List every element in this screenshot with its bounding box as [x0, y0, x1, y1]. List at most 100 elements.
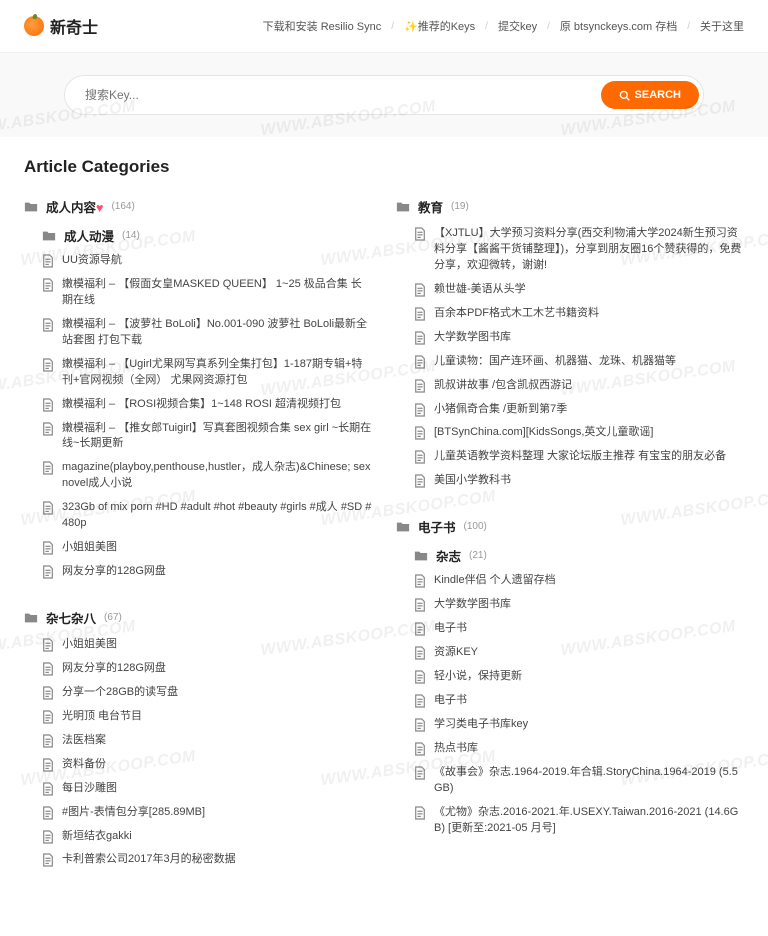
- item-text: 小猪佩奇合集 /更新到第7季: [434, 402, 567, 418]
- document-icon: [42, 565, 54, 579]
- search-button[interactable]: SEARCH: [601, 81, 699, 109]
- document-icon: [42, 422, 54, 436]
- list-item[interactable]: 儿童读物：国产连环画、机器猫、龙珠、机器猫等: [414, 354, 744, 370]
- category-name: 成人内容♥: [46, 197, 103, 216]
- list-item[interactable]: 嫩模福利 – 【Ugirl尤果网写真系列全集打包】1-187期专辑+特刊+官网视…: [42, 357, 372, 389]
- list-item[interactable]: 新垣结衣gakki: [42, 829, 372, 845]
- list-item[interactable]: 《故事会》杂志.1964-2019.年合辑.StoryChina.1964-20…: [414, 765, 744, 797]
- list-item[interactable]: 小姐姐美图: [42, 637, 372, 653]
- document-icon: [42, 782, 54, 796]
- list-item[interactable]: 嫩模福利 – 【ROSI视频合集】1~148 ROSI 超清视频打包: [42, 397, 372, 413]
- document-icon: [414, 742, 426, 756]
- document-icon: [414, 474, 426, 488]
- list-item[interactable]: 每日沙雕图: [42, 781, 372, 797]
- item-text: 嫩模福利 – 【ROSI视频合集】1~148 ROSI 超清视频打包: [62, 397, 341, 413]
- list-item[interactable]: 小姐姐美图: [42, 540, 372, 556]
- logo[interactable]: 新奇士: [24, 14, 98, 38]
- category-name: 杂七杂八: [46, 608, 96, 627]
- subcategory-name: 杂志: [436, 546, 461, 565]
- search-input[interactable]: [85, 88, 601, 102]
- search-bar: SEARCH: [64, 75, 704, 115]
- document-icon: [414, 694, 426, 708]
- item-text: 学习类电子书库key: [434, 717, 528, 733]
- subcategory-header[interactable]: 杂志 (21): [414, 546, 744, 565]
- nav-sep: /: [687, 21, 690, 32]
- list-item[interactable]: 儿童英语教学资料整理 大家论坛版主推荐 有宝宝的朋友必备: [414, 449, 744, 465]
- list-item[interactable]: 资源KEY: [414, 645, 744, 661]
- list-item[interactable]: UU资源导航: [42, 253, 372, 269]
- content: Article Categories 成人内容♥ (164)成人动漫 (14)U…: [0, 137, 768, 936]
- item-text: 赖世雄-美语从头学: [434, 282, 526, 298]
- item-text: 卡利普索公司2017年3月的秘密数据: [62, 852, 236, 868]
- list-item[interactable]: 卡利普索公司2017年3月的秘密数据: [42, 852, 372, 868]
- list-item[interactable]: 【XJTLU】大学预习资料分享(西交利物浦大学2024新生预习资料分享【酱酱干货…: [414, 226, 744, 274]
- list-item[interactable]: #图片-表情包分享[285.89MB]: [42, 805, 372, 821]
- list-item[interactable]: 轻小说，保持更新: [414, 669, 744, 685]
- list-item[interactable]: 学习类电子书库key: [414, 717, 744, 733]
- document-icon: [414, 622, 426, 636]
- list-item[interactable]: 资料备份: [42, 757, 372, 773]
- list-item[interactable]: 嫩模福利 – 【推女郎Tuigirl】写真套图视频合集 sex girl ~长期…: [42, 421, 372, 453]
- nav-keys[interactable]: 推荐的Keys: [418, 21, 475, 33]
- nav-about[interactable]: 关于这里: [700, 18, 744, 34]
- document-icon: [414, 283, 426, 297]
- category-header[interactable]: 教育 (19): [396, 197, 744, 216]
- document-icon: [42, 638, 54, 652]
- list-item[interactable]: Kindle伴侣 个人遗留存档: [414, 573, 744, 589]
- list-item[interactable]: 小猪佩奇合集 /更新到第7季: [414, 402, 744, 418]
- list-item[interactable]: 电子书: [414, 621, 744, 637]
- category-header[interactable]: 成人内容♥ (164): [24, 197, 372, 216]
- item-text: 法医档案: [62, 733, 106, 749]
- category-count: (164): [111, 201, 134, 212]
- list-item[interactable]: 网友分享的128G网盘: [42, 564, 372, 580]
- nav-keys-wrap[interactable]: ✨推荐的Keys: [404, 18, 475, 34]
- nav-archive[interactable]: 原 btsynckeys.com 存档: [560, 18, 677, 34]
- list-item[interactable]: 嫩模福利 – 【波萝社 BoLoli】No.001-090 波萝社 BoLoli…: [42, 317, 372, 349]
- item-text: [BTSynChina.com][KidsSongs,英文儿童歌谣]: [434, 425, 653, 441]
- item-text: 每日沙雕图: [62, 781, 117, 797]
- list-item[interactable]: 分享一个28GB的读写盘: [42, 685, 372, 701]
- item-text: 美国小学教科书: [434, 473, 511, 489]
- list-item[interactable]: 323Gb of mix porn #HD #adult #hot #beaut…: [42, 500, 372, 532]
- nav-submit[interactable]: 提交key: [498, 18, 537, 34]
- item-list: 小姐姐美图网友分享的128G网盘分享一个28GB的读写盘光明顶 电台节目法医档案…: [42, 637, 372, 868]
- item-text: 嫩模福利 – 【推女郎Tuigirl】写真套图视频合集 sex girl ~长期…: [62, 421, 372, 453]
- category-block: 教育 (19) 【XJTLU】大学预习资料分享(西交利物浦大学2024新生预习资料…: [396, 197, 744, 489]
- list-item[interactable]: 大学数学图书库: [414, 330, 744, 346]
- document-icon: [414, 806, 426, 820]
- subcategory-header[interactable]: 成人动漫 (14): [42, 226, 372, 245]
- document-icon: [42, 830, 54, 844]
- list-item[interactable]: 赖世雄-美语从头学: [414, 282, 744, 298]
- document-icon: [42, 358, 54, 372]
- left-column: 成人内容♥ (164) 成人动漫 (14) UU资源导航嫩模福利 – 【假面女皇MA…: [24, 197, 372, 896]
- category-header[interactable]: 电子书 (100): [396, 517, 744, 536]
- list-item[interactable]: 美国小学教科书: [414, 473, 744, 489]
- list-item[interactable]: 热点书库: [414, 741, 744, 757]
- list-item[interactable]: 法医档案: [42, 733, 372, 749]
- subcategory-count: (14): [122, 230, 140, 241]
- list-item[interactable]: 《尤物》杂志.2016-2021.年.USEXY.Taiwan.2016-202…: [414, 805, 744, 837]
- list-item[interactable]: [BTSynChina.com][KidsSongs,英文儿童歌谣]: [414, 425, 744, 441]
- list-item[interactable]: 光明顶 电台节目: [42, 709, 372, 725]
- document-icon: [42, 806, 54, 820]
- item-text: 嫩模福利 – 【Ugirl尤果网写真系列全集打包】1-187期专辑+特刊+官网视…: [62, 357, 372, 389]
- list-item[interactable]: 电子书: [414, 693, 744, 709]
- nav-download[interactable]: 下载和安装 Resilio Sync: [263, 18, 382, 34]
- list-item[interactable]: magazine(playboy,penthouse,hustler，成人杂志)…: [42, 460, 372, 492]
- category-header[interactable]: 杂七杂八 (67): [24, 608, 372, 627]
- document-icon: [42, 398, 54, 412]
- item-list: Kindle伴侣 个人遗留存档大学数学图书库电子书资源KEY轻小说，保持更新电子…: [414, 573, 744, 836]
- list-item[interactable]: 百余本PDF格式木工木艺书籍资料: [414, 306, 744, 322]
- item-text: 大学数学图书库: [434, 330, 511, 346]
- category-count: (19): [451, 201, 469, 212]
- category-name: 电子书: [418, 517, 456, 536]
- orange-icon: [24, 16, 44, 36]
- list-item[interactable]: 嫩模福利 – 【假面女皇MASKED QUEEN】 1~25 极品合集 长期在线: [42, 277, 372, 309]
- category-columns: 成人内容♥ (164) 成人动漫 (14) UU资源导航嫩模福利 – 【假面女皇MA…: [24, 197, 744, 896]
- item-text: UU资源导航: [62, 253, 122, 269]
- list-item[interactable]: 大学数学图书库: [414, 597, 744, 613]
- document-icon: [414, 598, 426, 612]
- list-item[interactable]: 凯叔讲故事 /包含凯叔西游记: [414, 378, 744, 394]
- document-icon: [414, 355, 426, 369]
- list-item[interactable]: 网友分享的128G网盘: [42, 661, 372, 677]
